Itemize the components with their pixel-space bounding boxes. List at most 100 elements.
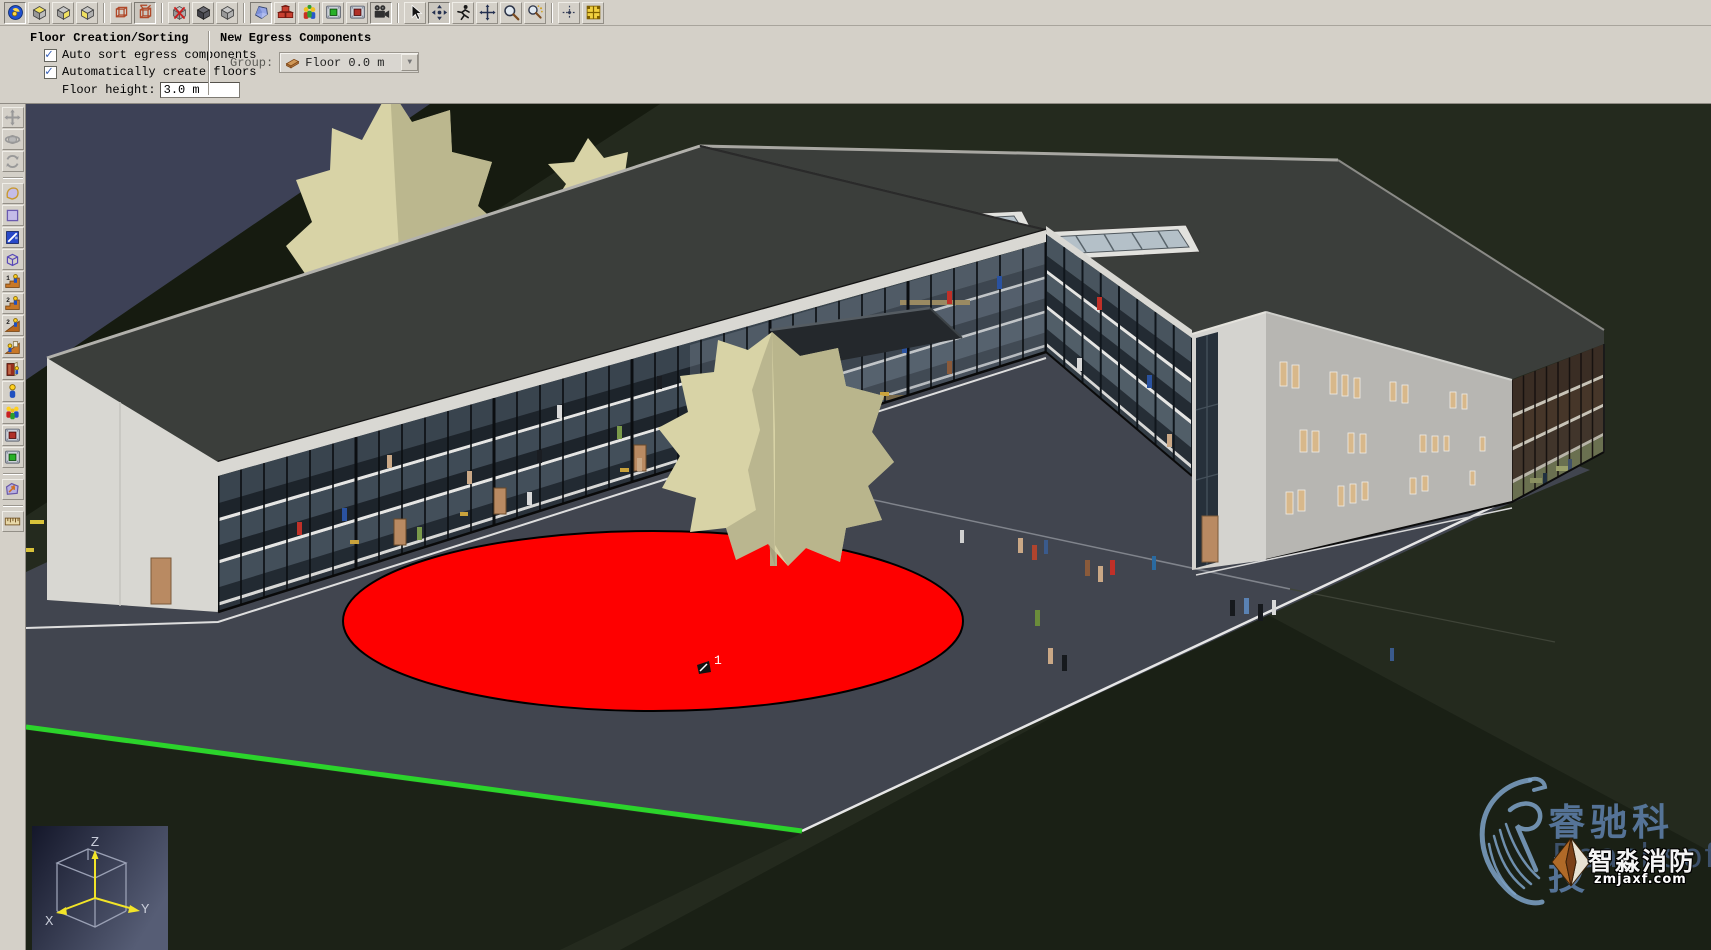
toolbar-orbit-tool[interactable]: [428, 2, 450, 24]
toolbar-solid-mode[interactable]: [216, 2, 238, 24]
runner-icon: [455, 4, 472, 21]
mon-red-icon: [4, 427, 21, 444]
group-icon: [4, 405, 21, 422]
toolbar-view-side[interactable]: [76, 2, 98, 24]
sidebar-exit-red-tool[interactable]: [2, 425, 24, 446]
sidebar-polygon-room-tool[interactable]: [2, 183, 24, 204]
main-toolbar: [0, 0, 1711, 26]
sidebar-extrude-room-tool[interactable]: [2, 249, 24, 270]
toolbar-zoom-select-tool[interactable]: [524, 2, 546, 24]
orbit-g-icon: [4, 131, 21, 148]
mon-green-icon: [4, 449, 21, 466]
toolbar-zoom-tool[interactable]: [500, 2, 522, 24]
toolbar-hide-objects[interactable]: [168, 2, 190, 24]
sidebar-occupant-tool[interactable]: [2, 381, 24, 402]
toolbar-show-occupants[interactable]: [298, 2, 320, 24]
sidebar-stair-one-tool[interactable]: [2, 271, 24, 292]
toolbar-view-top[interactable]: [28, 2, 50, 24]
axes-gizmo[interactable]: Z Y X: [32, 826, 168, 950]
sidebar-orbit-view[interactable]: [2, 129, 24, 150]
sidebar-stair-alt-tool[interactable]: [2, 315, 24, 336]
ribbon-separator: [208, 31, 210, 95]
toolbar-separator: [397, 3, 399, 23]
toolbar-show-exits-green[interactable]: [322, 2, 344, 24]
stair1-icon: [4, 273, 21, 290]
toolbar-center-view[interactable]: [558, 2, 580, 24]
auto-sort-checkbox[interactable]: [44, 49, 57, 62]
toolbar-wireframe-open-mode[interactable]: [134, 2, 156, 24]
sidebar-separator: [3, 505, 23, 507]
toolbar-snap-grid[interactable]: [582, 2, 604, 24]
wirecube-open-icon: [137, 4, 154, 21]
box-wire-icon: [4, 251, 21, 268]
toolbar-wireframe-mode[interactable]: [110, 2, 132, 24]
toolbar-camera-views[interactable]: [370, 2, 392, 24]
nav-icon: [7, 4, 24, 21]
sidebar-door-tool[interactable]: [2, 227, 24, 248]
ramp-icon: [4, 339, 21, 356]
toolbar-show-exits-red[interactable]: [346, 2, 368, 24]
egress-panel-title: New Egress Components: [220, 31, 419, 45]
end-wall-door: [151, 558, 171, 604]
elevator-icon: [4, 361, 21, 378]
toolbar-show-navmesh[interactable]: [250, 2, 272, 24]
sidebar-exit-green-tool[interactable]: [2, 447, 24, 468]
mon-red-icon: [349, 4, 366, 21]
sidebar-elevator-tool[interactable]: [2, 359, 24, 380]
right-block-door: [1202, 516, 1218, 562]
toolbar-separator: [243, 3, 245, 23]
camera-icon: [373, 4, 390, 21]
toolbar-separator: [161, 3, 163, 23]
dropdown-arrow-icon[interactable]: ▼: [401, 54, 418, 71]
toolbar-walk-tool[interactable]: [452, 2, 474, 24]
cube-side-icon: [79, 4, 96, 21]
sidebar-separator: [3, 473, 23, 475]
cube-top-icon: [31, 4, 48, 21]
exit-mark-left-2: [26, 548, 34, 552]
zoom2-icon: [527, 4, 544, 21]
new-egress-panel: New Egress Components Group: Floor 0.0 m…: [220, 26, 419, 103]
ribbon-panel: Floor Creation/Sorting Auto sort egress …: [0, 26, 1711, 104]
toolbar-view-front[interactable]: [52, 2, 74, 24]
exit-mark-left: [30, 520, 44, 524]
grid-icon: [585, 4, 602, 21]
mon-green-icon: [325, 4, 342, 21]
sidebar-measure-tool[interactable]: [2, 511, 24, 532]
sidebar-spin-view[interactable]: [2, 151, 24, 172]
svg-text:X: X: [45, 914, 54, 930]
room-poly-icon: [4, 185, 21, 202]
sidebar-occupant-group-tool[interactable]: [2, 403, 24, 424]
sidebar-rectangle-room-tool[interactable]: [2, 205, 24, 226]
sidebar-ramp-tool[interactable]: [2, 337, 24, 358]
center-icon: [561, 4, 578, 21]
room-rect-icon: [4, 207, 21, 224]
group-label: Group:: [230, 56, 273, 70]
floor-creation-panel: Floor Creation/Sorting Auto sort egress …: [0, 26, 200, 103]
pan-g-icon: [4, 109, 21, 126]
toolbar-pan-tool[interactable]: [476, 2, 498, 24]
3d-viewport[interactable]: 1: [26, 104, 1711, 950]
wirecube-icon: [113, 4, 130, 21]
auto-create-checkbox[interactable]: [44, 66, 57, 79]
cube-gray-icon: [219, 4, 236, 21]
toolbar-solid-dark-mode[interactable]: [192, 2, 214, 24]
region-icon: [4, 481, 21, 498]
egress-zone-ellipse[interactable]: [343, 531, 963, 711]
move-icon: [479, 4, 496, 21]
cube-x-icon: [171, 4, 188, 21]
toolbar-separator: [551, 3, 553, 23]
toolbar-perspective-view[interactable]: [4, 2, 26, 24]
scene-3d-canvas[interactable]: 1: [26, 104, 1711, 950]
svg-text:1: 1: [714, 653, 722, 668]
toolbar-show-groups[interactable]: [274, 2, 296, 24]
cubes-red-icon: [277, 4, 294, 21]
group-dropdown[interactable]: Floor 0.0 m ▼: [279, 52, 419, 73]
toolbar-select-tool[interactable]: [404, 2, 426, 24]
stair2b-icon: [4, 317, 21, 334]
sidebar-refine-region-tool[interactable]: [2, 479, 24, 500]
cube-dark-icon: [195, 4, 212, 21]
sidebar-pan-view[interactable]: [2, 107, 24, 128]
sidebar-stair-two-tool[interactable]: [2, 293, 24, 314]
cursor-icon: [407, 4, 424, 21]
toolbar-separator: [103, 3, 105, 23]
